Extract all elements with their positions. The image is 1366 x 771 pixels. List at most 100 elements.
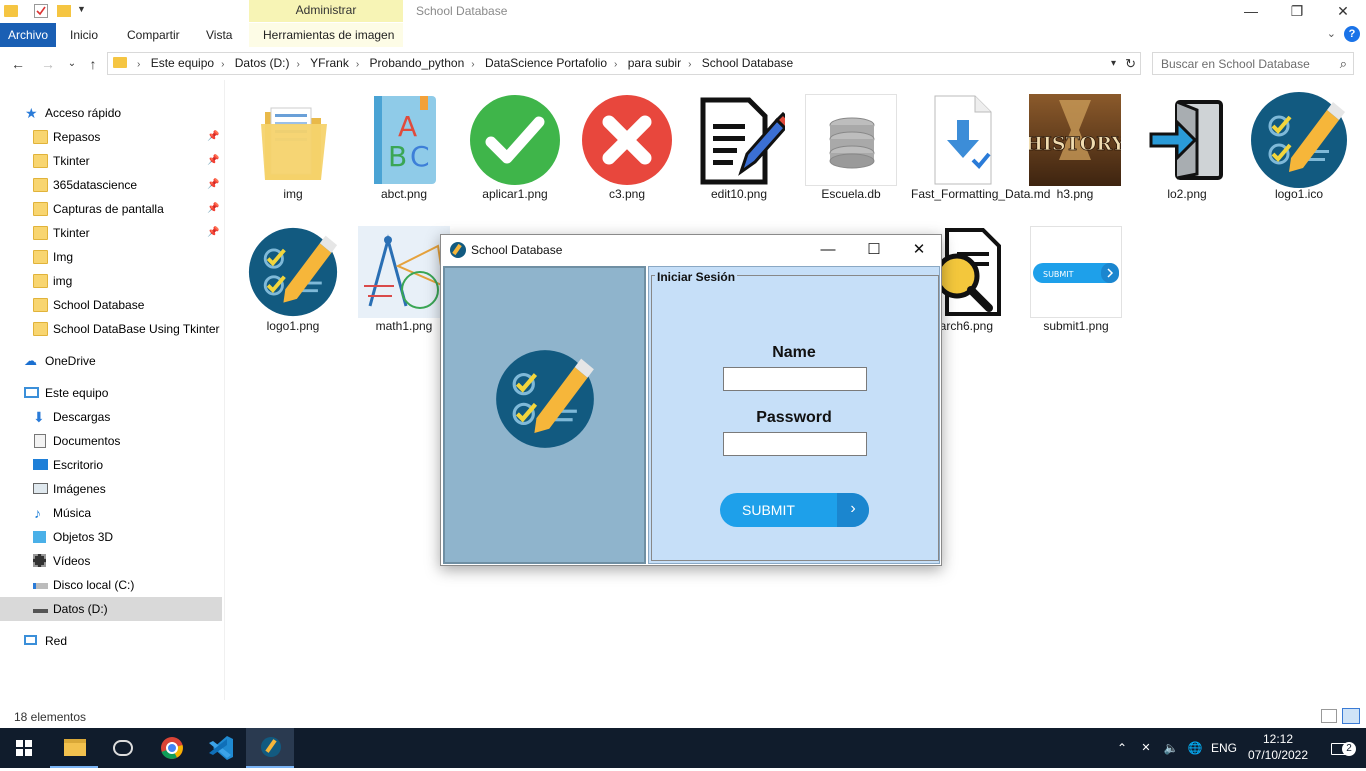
help-icon[interactable]: ? [1344,26,1360,42]
vscode-taskbar-icon[interactable] [197,728,245,768]
volume-icon[interactable]: 🔈 [1160,728,1182,768]
crumb-yfrank[interactable]: YFrank [306,53,353,74]
details-view-icon[interactable] [1321,709,1337,723]
search-input[interactable]: Buscar en School Database ⌕ [1152,52,1354,75]
file-explorer-taskbar-icon[interactable] [50,728,98,768]
sidebar-item-img[interactable]: img [0,269,222,293]
sidebar-item-onedrive[interactable]: ☁ OneDrive [0,349,222,373]
sidebar-item-musica[interactable]: ♪ Música [0,501,222,525]
pin-icon[interactable]: 📌 [207,221,219,245]
chevron-right-icon[interactable]: › [353,54,362,75]
restore-button[interactable]: ❐ [1274,0,1320,24]
crumb-school-database[interactable]: School Database [698,53,797,74]
sidebar-item-school-database-tkinter[interactable]: School DataBase Using Tkinter [0,317,222,341]
file-item[interactable]: logo1.png [241,226,345,356]
submit-button[interactable]: SUBMIT › [720,493,869,527]
crumb-datos[interactable]: Datos (D:) [231,53,294,74]
crumb-probando-python[interactable]: Probando_python [366,53,469,74]
crumb-para-subir[interactable]: para subir [624,53,685,74]
submit-thumbnail: SUBMIT [1030,226,1122,318]
tab-compartir[interactable]: Compartir [119,23,188,47]
sidebar-item-red[interactable]: Red [0,629,222,653]
forward-icon[interactable]: → [38,54,58,74]
chevron-right-icon[interactable]: › [468,54,477,75]
sidebar-item-este-equipo[interactable]: Este equipo [0,381,222,405]
file-item[interactable]: HISTORY h3.png [1023,94,1127,224]
tab-herramientas-imagen[interactable]: Herramientas de imagen [255,23,402,47]
language-indicator[interactable]: ENG [1208,728,1240,768]
pin-icon[interactable]: 📌 [207,197,219,221]
file-item[interactable]: lo2.png [1135,94,1239,224]
sidebar-item-disco-c[interactable]: Disco local (C:) [0,573,222,597]
tab-archivo[interactable]: Archivo [0,23,56,47]
address-dropdown-icon[interactable]: ▾ [1111,53,1116,74]
recent-locations-icon[interactable]: ⌄ [62,54,82,74]
search-app-taskbar-icon[interactable] [99,728,147,768]
properties-icon[interactable] [34,4,48,18]
name-field[interactable] [723,367,867,391]
large-icons-view-icon[interactable] [1342,708,1360,724]
crumb-este-equipo[interactable]: Este equipo [147,53,218,74]
dialog-titlebar[interactable]: School Database — ☐ ✕ [441,235,941,265]
cloud-icon: ☁ [24,353,37,368]
network-globe-icon[interactable]: 🌐 [1184,728,1206,768]
chevron-right-icon[interactable]: › [611,54,620,75]
password-field[interactable] [723,432,867,456]
sidebar-item-repasos[interactable]: Repasos 📌 [0,125,222,149]
tab-inicio[interactable]: Inicio [62,23,106,47]
pin-icon[interactable]: 📌 [207,149,219,173]
sidebar-item-imagenes[interactable]: Imágenes [0,477,222,501]
sidebar-item-school-database[interactable]: School Database [0,293,222,317]
sidebar-item-videos[interactable]: Vídeos [0,549,222,573]
tab-vista[interactable]: Vista [198,23,240,47]
up-icon[interactable]: ↑ [83,54,103,74]
pin-icon[interactable]: 📌 [207,125,219,149]
crumb-datascience[interactable]: DataScience Portafolio [481,53,611,74]
sidebar-item-quick-access[interactable]: ★ Acceso rápido [0,101,222,125]
file-item[interactable]: A B C abct.png [352,94,456,224]
notifications-icon[interactable]: 2 [1318,728,1358,768]
sidebar-item-tkinter-2[interactable]: Tkinter 📌 [0,221,222,245]
sidebar-item-escritorio[interactable]: Escritorio [0,453,222,477]
chevron-right-icon[interactable]: › [685,54,694,75]
clock[interactable]: 12:12 07/10/2022 [1246,731,1310,763]
file-item[interactable]: SUBMIT submit1.png [1024,226,1128,356]
start-button[interactable] [0,728,48,768]
file-item[interactable]: logo1.ico [1247,92,1351,224]
new-folder-icon[interactable] [57,5,71,17]
minimize-button[interactable]: — [1228,0,1274,24]
minimize-button[interactable]: — [805,235,851,265]
file-item[interactable]: c3.png [575,94,679,224]
close-button[interactable]: ✕ [1320,0,1366,24]
ime-icon[interactable]: ✕ [1136,728,1156,768]
sidebar-item-365datascience[interactable]: 365datascience 📌 [0,173,222,197]
file-item[interactable]: aplicar1.png [463,94,567,224]
expand-ribbon-icon[interactable]: ⌄ [1327,27,1336,40]
sidebar-item-tkinter[interactable]: Tkinter 📌 [0,149,222,173]
sidebar-item-documentos[interactable]: Documentos [0,429,222,453]
sidebar-item-img-upper[interactable]: Img [0,245,222,269]
school-database-taskbar-icon[interactable] [246,728,294,768]
file-item[interactable]: img [241,94,345,224]
chevron-right-icon[interactable]: › [134,54,143,75]
dialog-title: School Database [471,243,563,257]
sidebar-item-objetos3d[interactable]: Objetos 3D [0,525,222,549]
chrome-taskbar-icon[interactable] [148,728,196,768]
maximize-button[interactable]: ☐ [851,235,897,265]
chevron-right-icon[interactable]: › [293,54,302,75]
file-item[interactable]: edit10.png [687,94,794,224]
refresh-icon[interactable]: ↻ [1125,53,1136,74]
sidebar-item-datos-d[interactable]: Datos (D:) [0,597,222,621]
sidebar-item-descargas[interactable]: ⬇ Descargas [0,405,222,429]
file-item[interactable]: Escuela.db [799,94,903,224]
back-icon[interactable]: ← [8,54,28,74]
address-bar[interactable]: › Este equipo › Datos (D:) › YFrank › Proba… [107,52,1141,75]
file-item[interactable]: Fast_Formatting_Data.md [911,94,1050,224]
chevron-right-icon[interactable]: › [218,54,227,75]
search-icon[interactable]: ⌕ [1340,56,1347,72]
pin-icon[interactable]: 📌 [207,173,219,197]
customize-toolbar-icon[interactable]: ▼ [77,4,91,18]
sidebar-item-capturas[interactable]: Capturas de pantalla 📌 [0,197,222,221]
show-hidden-icons-icon[interactable]: ⌃ [1112,728,1132,768]
close-button[interactable]: ✕ [896,235,942,265]
